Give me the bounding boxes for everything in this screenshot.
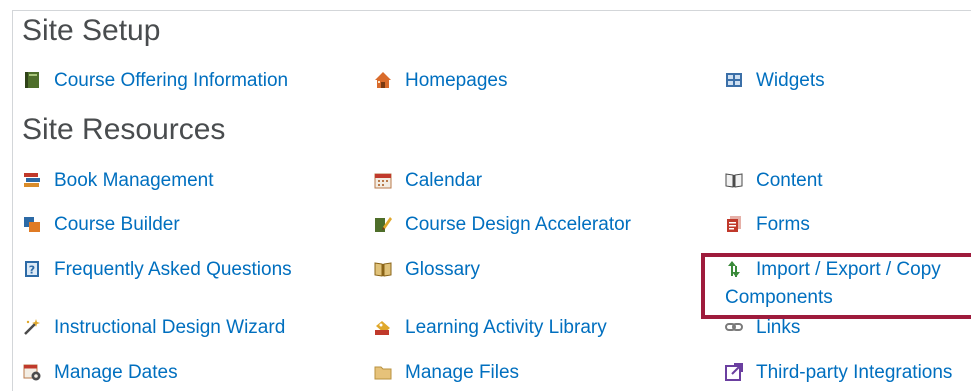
tool-widgets[interactable]: Widgets <box>725 67 825 95</box>
book-stack-icon <box>23 171 41 189</box>
tool-label: Learning Activity Library <box>405 317 607 338</box>
folder-icon <box>374 363 392 381</box>
tool-label: Content <box>756 170 823 191</box>
tool-course-builder[interactable]: Course Builder <box>23 211 180 239</box>
tool-label: Links <box>756 317 801 338</box>
tool-frequently-asked-questions[interactable]: ? Frequently Asked Questions <box>23 256 292 284</box>
tool-homepages[interactable]: Homepages <box>374 67 507 95</box>
forms-icon <box>725 215 743 233</box>
tool-label: Calendar <box>405 170 483 191</box>
tool-label: Manage Files <box>405 362 520 383</box>
tool-label: Course Offering Information <box>54 70 289 91</box>
tool-glossary[interactable]: Glossary <box>374 256 480 284</box>
tool-content[interactable]: Content <box>725 167 823 195</box>
highlight-box <box>701 253 971 319</box>
tool-label: Instructional Design Wizard <box>54 317 286 338</box>
tool-label: Third-party Integrations <box>756 362 953 383</box>
course-builder-icon <box>23 215 41 233</box>
calendar-icon <box>374 171 392 189</box>
integrations-icon <box>725 363 743 381</box>
design-accelerator-icon <box>374 215 392 233</box>
tool-links[interactable]: Links <box>725 314 800 342</box>
tool-label: Widgets <box>756 70 825 91</box>
manage-dates-icon <box>23 363 41 381</box>
link-icon <box>725 318 743 336</box>
tool-third-party-integrations[interactable]: Third-party Integrations <box>725 359 952 387</box>
site-resources-heading: Site Resources <box>22 113 226 146</box>
tool-label: Manage Dates <box>54 362 178 383</box>
tool-label: Homepages <box>405 70 508 91</box>
tool-calendar[interactable]: Calendar <box>374 167 482 195</box>
book-icon <box>23 71 41 89</box>
tool-book-management[interactable]: Book Management <box>23 167 214 195</box>
tool-label: Frequently Asked Questions <box>54 259 292 280</box>
faq-icon: ? <box>23 260 41 278</box>
glossary-icon <box>374 260 392 278</box>
tool-course-offering-information[interactable]: Course Offering Information <box>23 67 288 95</box>
activity-library-icon <box>374 318 392 336</box>
tool-label: Forms <box>756 214 810 235</box>
tool-forms[interactable]: Forms <box>725 211 810 239</box>
tool-label: Course Design Accelerator <box>405 214 631 235</box>
tool-learning-activity-library[interactable]: Learning Activity Library <box>374 314 607 342</box>
wand-icon <box>23 318 41 336</box>
widgets-icon <box>725 71 743 89</box>
tool-manage-files[interactable]: Manage Files <box>374 359 519 387</box>
home-icon <box>374 71 392 89</box>
tool-label: Glossary <box>405 259 480 280</box>
tool-course-design-accelerator[interactable]: Course Design Accelerator <box>374 211 631 239</box>
tool-instructional-design-wizard[interactable]: Instructional Design Wizard <box>23 314 285 342</box>
tool-label: Course Builder <box>54 214 180 235</box>
tool-label: Book Management <box>54 170 214 191</box>
tool-manage-dates[interactable]: Manage Dates <box>23 359 178 387</box>
open-book-icon <box>725 171 743 189</box>
site-setup-heading: Site Setup <box>22 14 161 47</box>
svg-text:?: ? <box>29 264 35 277</box>
